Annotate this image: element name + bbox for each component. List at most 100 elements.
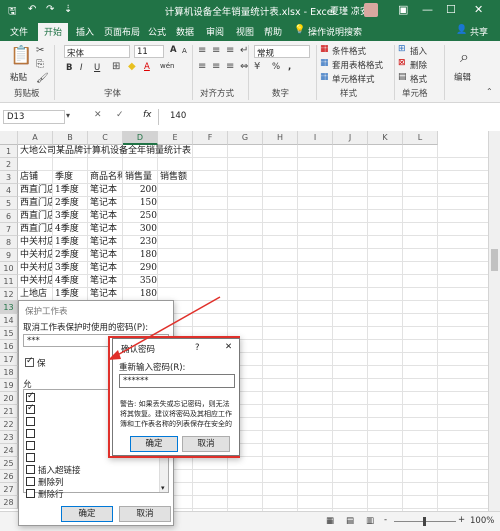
underline-button[interactable]: U [94, 63, 100, 73]
row-header-28[interactable]: 28 [0, 496, 18, 509]
permission-checkbox[interactable] [26, 417, 35, 426]
vertical-scrollbar[interactable] [488, 131, 500, 511]
row-header-9[interactable]: 9 [0, 249, 18, 262]
borders-icon[interactable]: ⊞ [112, 61, 120, 72]
tab-formulas[interactable]: 公式 [148, 25, 166, 38]
tab-review[interactable]: 审阅 [206, 25, 224, 38]
table-cell[interactable]: 西直门店 [20, 223, 52, 236]
table-cell[interactable]: 250 [125, 210, 157, 223]
avatar[interactable] [364, 3, 378, 17]
close-icon[interactable]: ✕ [225, 342, 232, 352]
table-cell[interactable]: 3季度 [55, 210, 87, 223]
table-cell[interactable]: 230 [125, 236, 157, 249]
tab-file[interactable]: 文件 [10, 25, 28, 38]
font-color-icon[interactable]: A [144, 62, 150, 72]
protect-checkbox[interactable]: ✓ [25, 356, 34, 367]
permission-checkbox[interactable] [26, 465, 35, 474]
row-header-7[interactable]: 7 [0, 223, 18, 236]
italic-button[interactable]: I [80, 63, 83, 73]
zoom-in-button[interactable]: + [458, 515, 465, 525]
align-center-icon[interactable]: ≡ [212, 61, 220, 72]
find-icon[interactable]: ⌕ [460, 47, 469, 67]
table-cell[interactable]: 西直门店 [20, 184, 52, 197]
zoom-slider-thumb[interactable] [423, 517, 426, 526]
row-header-6[interactable]: 6 [0, 210, 18, 223]
grow-font-icon[interactable]: A [170, 45, 177, 55]
protect-cancel-button[interactable]: 取消 [119, 506, 171, 522]
sheet-title[interactable]: 大地公司某品牌计算机设备全年销量统计表 [20, 145, 300, 158]
row-header-19[interactable]: 19 [0, 379, 18, 392]
share-icon[interactable]: 👤 [456, 25, 467, 35]
table-header[interactable]: 销售额 [160, 171, 192, 184]
edit-button[interactable]: 编辑 [454, 71, 471, 83]
row-header-14[interactable]: 14 [0, 314, 18, 327]
scroll-thumb[interactable] [491, 249, 498, 271]
copy-icon[interactable]: ⎘ [36, 59, 44, 70]
share-button[interactable]: 共享 [470, 25, 488, 38]
reenter-password-input[interactable]: ****** [119, 374, 235, 388]
table-cell[interactable]: 中关村店 [20, 249, 52, 262]
permission-checkbox[interactable]: ✓ [26, 391, 35, 402]
align-top-icon[interactable]: ≡ [198, 45, 206, 56]
table-cell[interactable]: 中关村店 [20, 262, 52, 275]
cut-icon[interactable]: ✂ [36, 45, 44, 56]
row-header-27[interactable]: 27 [0, 483, 18, 496]
comma-button[interactable]: , [288, 62, 291, 72]
permission-checkbox[interactable] [26, 477, 35, 486]
scroll-down-icon[interactable]: ▾ [161, 484, 165, 492]
font-size-combo[interactable]: 11 [134, 45, 164, 58]
shrink-font-icon[interactable]: A [182, 47, 187, 55]
row-header-15[interactable]: 15 [0, 327, 18, 340]
formula-input[interactable]: 140 [170, 111, 186, 121]
row-header-25[interactable]: 25 [0, 457, 18, 470]
number-format-combo[interactable]: 常规 [254, 45, 310, 59]
currency-icon[interactable]: ¥ [254, 61, 260, 72]
row-header-17[interactable]: 17 [0, 353, 18, 366]
row-header-26[interactable]: 26 [0, 470, 18, 483]
table-cell[interactable]: 2季度 [55, 249, 87, 262]
row-header-21[interactable]: 21 [0, 405, 18, 418]
column-header-c[interactable]: C [88, 131, 123, 145]
permission-checkbox[interactable] [26, 453, 35, 462]
tell-me-search[interactable]: 操作说明搜索 [308, 25, 362, 38]
row-header-5[interactable]: 5 [0, 197, 18, 210]
collapse-ribbon-icon[interactable]: ⌃ [486, 87, 493, 96]
table-header[interactable]: 商品名称 [90, 171, 122, 184]
tab-page-layout[interactable]: 页面布局 [104, 25, 140, 38]
row-header-2[interactable]: 2 [0, 158, 18, 171]
table-cell[interactable]: 1季度 [55, 236, 87, 249]
table-cell[interactable]: 290 [125, 262, 157, 275]
confirm-ok-button[interactable]: 确定 [130, 436, 178, 452]
name-box[interactable]: D13 [3, 110, 65, 124]
column-header-a[interactable]: A [18, 131, 53, 145]
page-break-view-icon[interactable]: ▥ [366, 516, 374, 526]
fill-color-icon[interactable]: ◆ [128, 61, 136, 72]
column-header-j[interactable]: J [333, 131, 368, 145]
confirm-cancel-button[interactable]: 取消 [182, 436, 230, 452]
tab-help[interactable]: 帮助 [264, 25, 282, 38]
column-header-d[interactable]: D [123, 131, 158, 145]
ribbon-display-icon[interactable]: ▣ [398, 3, 408, 16]
phonetic-icon[interactable]: wén [160, 62, 174, 70]
table-cell[interactable]: 笔记本 [90, 262, 122, 275]
row-header-24[interactable]: 24 [0, 444, 18, 457]
table-header[interactable]: 销售量 [125, 171, 157, 184]
table-cell[interactable]: 笔记本 [90, 210, 122, 223]
row-header-4[interactable]: 4 [0, 184, 18, 197]
column-header-e[interactable]: E [158, 131, 193, 145]
table-cell[interactable]: 180 [125, 249, 157, 262]
table-cell[interactable]: 西直门店 [20, 197, 52, 210]
cond-format-button[interactable]: 条件格式 [332, 45, 366, 57]
percent-button[interactable]: % [272, 62, 280, 72]
bold-button[interactable]: B [66, 63, 72, 73]
table-cell[interactable]: 3季度 [55, 262, 87, 275]
permission-checkbox[interactable]: ✓ [26, 403, 35, 414]
table-cell[interactable]: 350 [125, 275, 157, 288]
row-header-3[interactable]: 3 [0, 171, 18, 184]
minimize-icon[interactable]: — [422, 3, 433, 16]
table-cell[interactable]: 中关村店 [20, 275, 52, 288]
format-painter-icon[interactable]: 🖌 [36, 73, 49, 84]
tab-data[interactable]: 数据 [176, 25, 194, 38]
format-cells-button[interactable]: 格式 [410, 73, 427, 85]
tab-insert[interactable]: 插入 [76, 25, 94, 38]
